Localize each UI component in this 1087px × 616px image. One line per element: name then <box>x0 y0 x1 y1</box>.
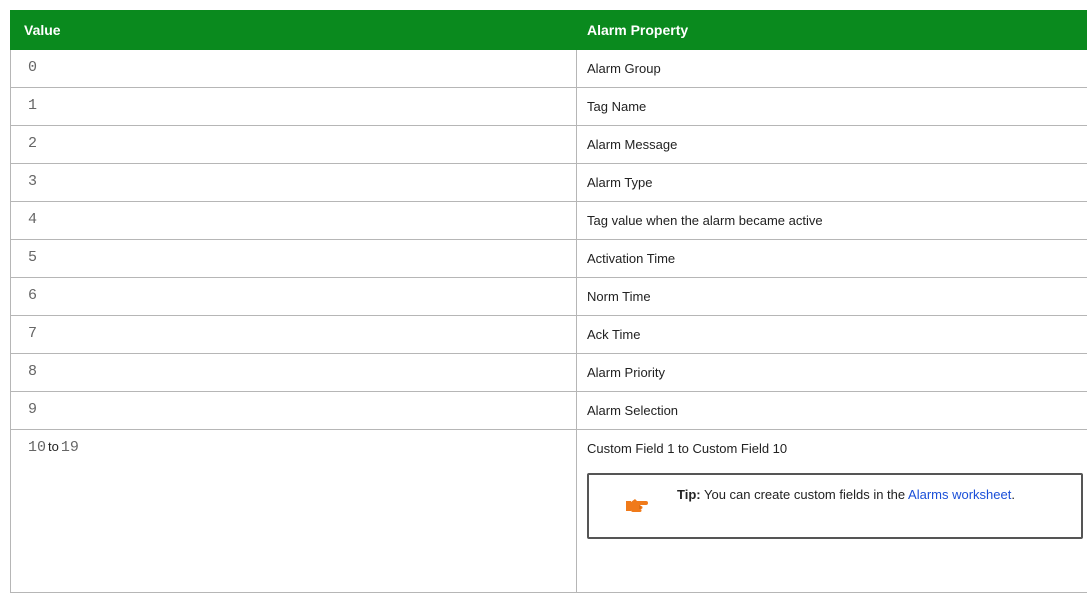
table-row: 0 Alarm Group <box>10 49 1087 88</box>
table-row: 3 Alarm Type <box>10 163 1087 202</box>
table-row: 5 Activation Time <box>10 239 1087 278</box>
value-cell: 9 <box>10 391 577 430</box>
value-cell: 3 <box>10 163 577 202</box>
value-cell: 4 <box>10 201 577 240</box>
property-cell: Alarm Message <box>576 125 1087 164</box>
value-range-end: 19 <box>60 439 79 456</box>
property-cell: Alarm Type <box>576 163 1087 202</box>
property-cell: Ack Time <box>576 315 1087 354</box>
alarm-property-table: Value Alarm Property 0 Alarm Group 1 Tag… <box>10 10 1087 593</box>
table-row: 4 Tag value when the alarm became active <box>10 201 1087 240</box>
property-cell: Activation Time <box>576 239 1087 278</box>
table-row: 8 Alarm Priority <box>10 353 1087 392</box>
tip-end: . <box>1011 487 1015 502</box>
property-cell: Alarm Priority <box>576 353 1087 392</box>
table-row: 2 Alarm Message <box>10 125 1087 164</box>
table-body: 0 Alarm Group 1 Tag Name 2 Alarm Message… <box>10 49 1087 593</box>
tip-text: Tip: You can create custom fields in the… <box>677 485 1071 504</box>
value-cell: 1 <box>10 87 577 126</box>
value-range-to: to <box>48 439 59 454</box>
alarms-worksheet-link[interactable]: Alarms worksheet <box>908 487 1011 502</box>
pointing-hand-icon <box>626 497 648 513</box>
value-range-start: 10 <box>28 439 47 456</box>
tip-label: Tip: <box>677 487 701 502</box>
table-row: 7 Ack Time <box>10 315 1087 354</box>
property-cell-custom-fields: Custom Field 1 to Custom Field 10 Tip: Y… <box>576 429 1087 593</box>
value-cell: 2 <box>10 125 577 164</box>
property-cell: Tag value when the alarm became active <box>576 201 1087 240</box>
table-row-custom-fields: 10 to 19 Custom Field 1 to Custom Field 10… <box>10 429 1087 593</box>
tip-box: Tip: You can create custom fields in the… <box>587 473 1083 539</box>
value-range-cell: 10 to 19 <box>10 429 577 593</box>
value-cell: 6 <box>10 277 577 316</box>
property-cell: Tag Name <box>576 87 1087 126</box>
property-cell: Alarm Selection <box>576 391 1087 430</box>
value-column-header: Value <box>10 10 577 50</box>
alarm-property-column-header: Alarm Property <box>576 10 1087 50</box>
table-row: 9 Alarm Selection <box>10 391 1087 430</box>
value-cell: 5 <box>10 239 577 278</box>
property-cell: Alarm Group <box>576 49 1087 88</box>
property-cell: Norm Time <box>576 277 1087 316</box>
value-cell: 7 <box>10 315 577 354</box>
table-row: 1 Tag Name <box>10 87 1087 126</box>
custom-fields-label: Custom Field 1 to Custom Field 10 <box>587 441 788 456</box>
value-cell: 8 <box>10 353 577 392</box>
tip-body: You can create custom fields in the <box>703 487 906 502</box>
value-cell: 0 <box>10 49 577 88</box>
table-row: 6 Norm Time <box>10 277 1087 316</box>
table-header-row: Value Alarm Property <box>10 10 1087 50</box>
